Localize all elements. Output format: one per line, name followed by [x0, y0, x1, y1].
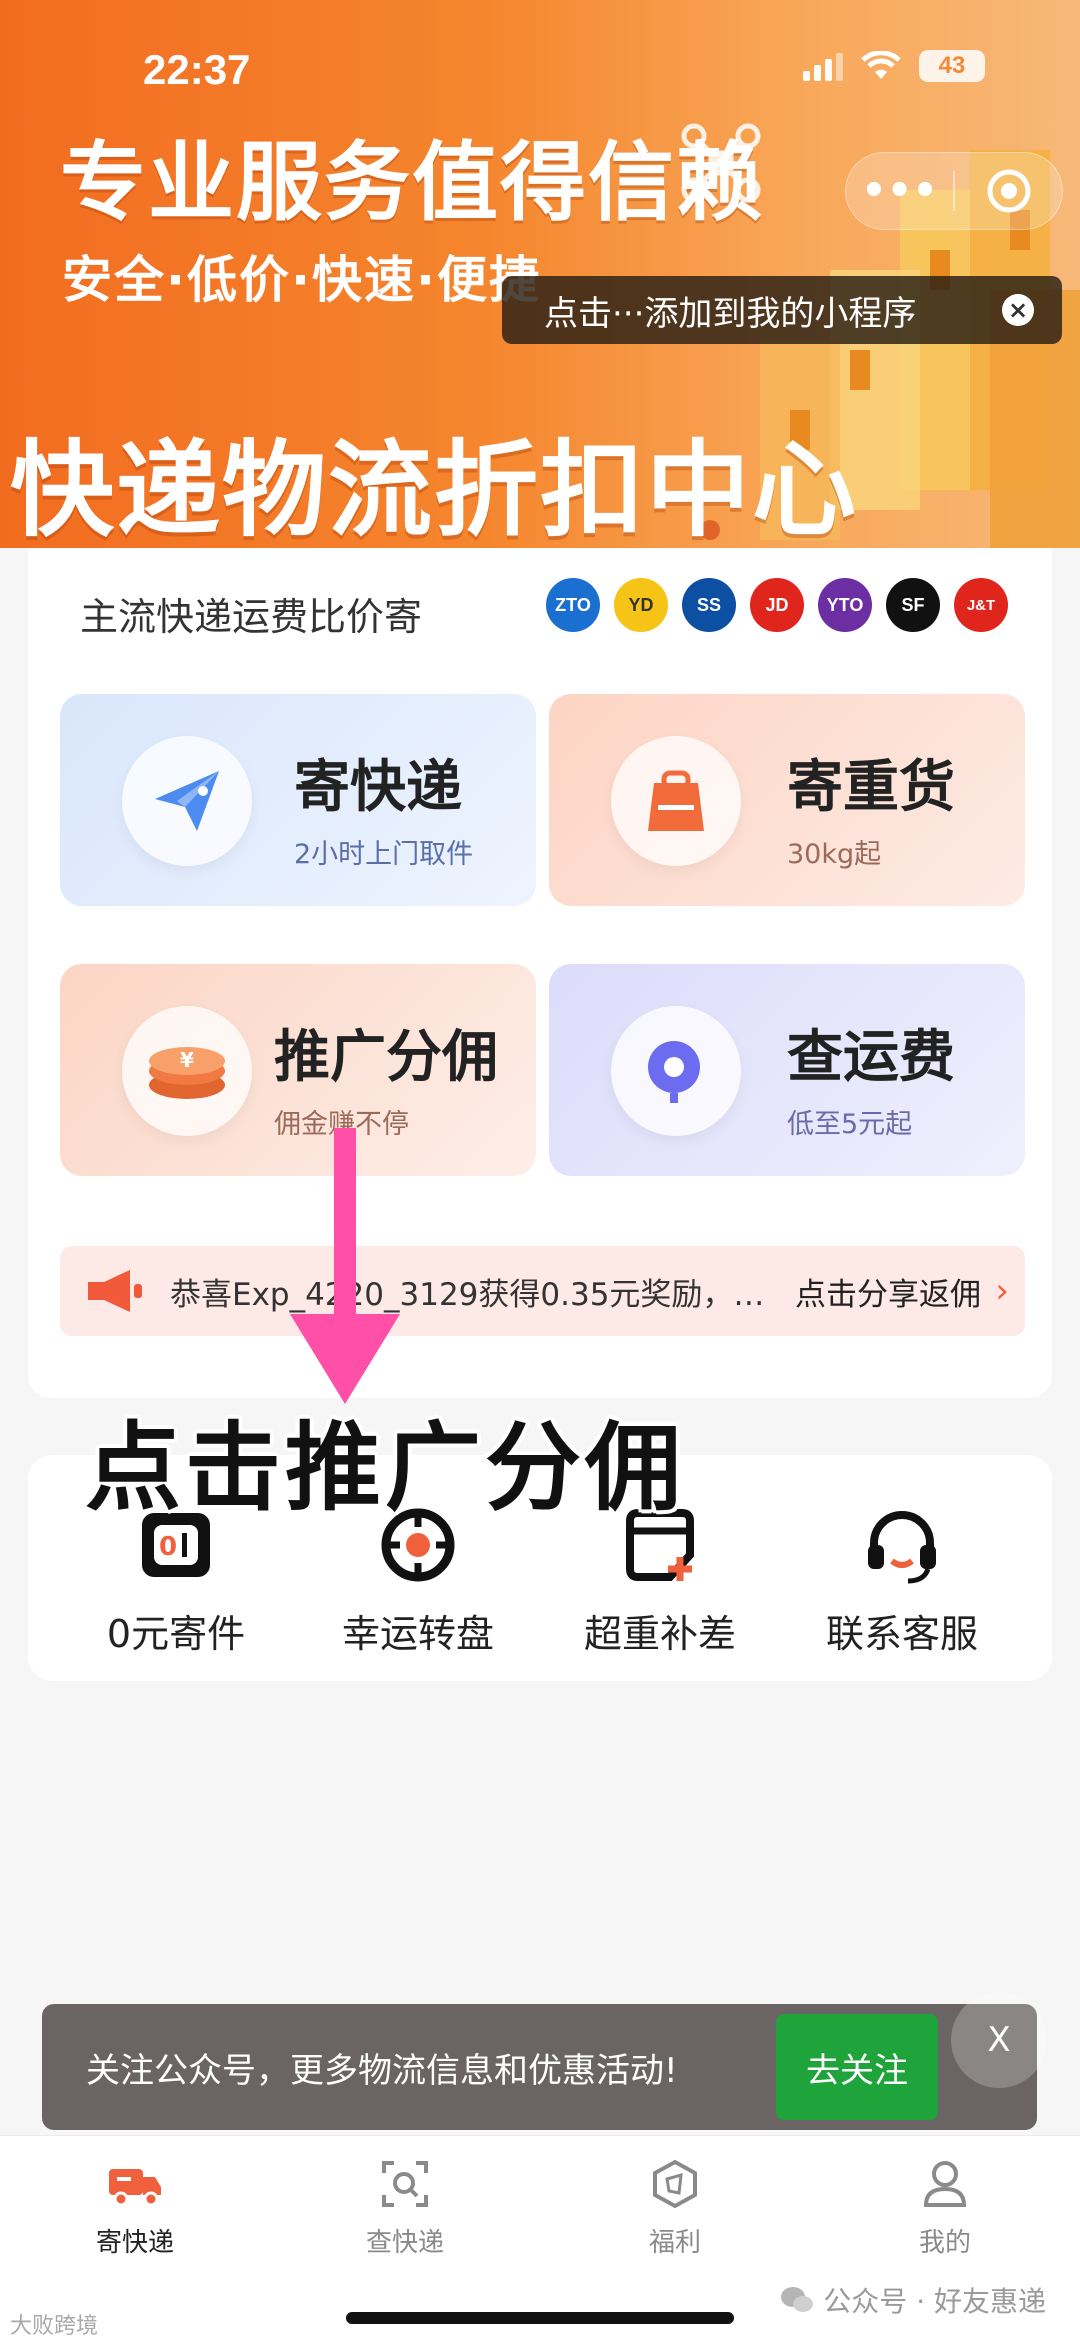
banner-subline: 安全·低价·快速·便捷	[62, 251, 541, 309]
tab-mine-label: 我的	[918, 2228, 971, 2258]
promotion-commission-title: 推广分佣	[274, 1025, 498, 1090]
carrier-logo-jt: J&T	[954, 578, 1008, 632]
quick-customer-service-label: 联系客服	[825, 1612, 978, 1656]
pink-arrow-annotation	[290, 1128, 400, 1404]
quick-overweight-pay-label: 超重补差	[583, 1612, 736, 1656]
megaphone-icon	[88, 1270, 142, 1312]
quick-free-send-label: 0元寄件	[106, 1612, 246, 1656]
follow-banner-text: 关注公众号，更多物流信息和优惠活动!	[86, 2050, 678, 2091]
follow-button[interactable]: 去关注	[776, 2014, 938, 2120]
wifi-icon	[861, 51, 901, 79]
ticker-message: 恭喜Exp_4220_3129获得0.35元奖励，…	[170, 1276, 765, 1313]
check-shipping-fee-sub: 低至5元起	[787, 1109, 913, 1140]
svg-text:¥: ¥	[180, 1048, 194, 1072]
tooltip-close-button[interactable]: ×	[1002, 294, 1034, 326]
send-express-sub: 2小时上门取件	[294, 839, 474, 870]
share-commission-link[interactable]: 点击分享返佣	[795, 1269, 981, 1314]
coin-icon: ¥	[122, 1006, 252, 1136]
tab-send-express-label: 寄快递	[95, 2228, 174, 2258]
send-heavy-tile[interactable]: 寄重货 30kg起	[549, 694, 1025, 906]
signal-icon	[803, 51, 843, 81]
svg-text:0: 0	[159, 1532, 177, 1562]
tab-welfare[interactable]: 福利	[575, 2156, 775, 2259]
tab-track-express-label: 查快递	[365, 2228, 444, 2258]
quick-customer-service[interactable]: 联系客服	[782, 1505, 1022, 1658]
watermark-left: 大败跨境	[10, 2314, 99, 2339]
carrier-logo-jd: JD	[750, 578, 804, 632]
tab-send-express[interactable]: 寄快递	[35, 2156, 235, 2259]
chevron-right-icon: ›	[995, 1271, 1009, 1311]
hero-banner: 22:37 43 专业服务值得信赖 安全·低价·快速·便捷 快递物流折扣中心 •…	[0, 0, 1080, 548]
check-shipping-fee-title: 查运费	[787, 1025, 955, 1090]
scan-icon	[305, 2156, 505, 2212]
status-icons: 43	[803, 50, 985, 82]
truck-icon	[35, 2156, 235, 2212]
tab-mine[interactable]: 我的	[845, 2156, 1045, 2259]
banner-headline: 专业服务值得信赖	[60, 133, 764, 233]
carrier-logo-zto: ZTO	[546, 578, 600, 632]
wechat-icon	[781, 2287, 814, 2312]
battery-indicator: 43	[919, 50, 985, 82]
home-indicator[interactable]	[346, 2312, 734, 2324]
instruction-annotation: 点击推广分佣	[85, 1412, 685, 1524]
tab-track-express[interactable]: 查快递	[305, 2156, 505, 2259]
service-card: 主流快递运费比价寄 ZTO YD SS JD YTO SF J&T 寄快递 2小…	[28, 548, 1052, 1398]
carrier-logo-sf: SF	[886, 578, 940, 632]
tab-welfare-label: 福利	[648, 2228, 701, 2258]
drone-icon	[681, 123, 761, 203]
tooltip-text: 点击···添加到我的小程序	[544, 293, 917, 334]
watermark-right-text: 公众号 · 好友惠递	[823, 2285, 1046, 2318]
close-miniprogram-button[interactable]	[955, 168, 1062, 214]
more-button[interactable]: •••	[846, 161, 953, 221]
follow-close-button[interactable]: X	[951, 1992, 1047, 2088]
miniprogram-capsule: •••	[845, 152, 1063, 230]
carrier-logo-yunda: YD	[614, 578, 668, 632]
follow-account-banner: 关注公众号，更多物流信息和优惠活动! 去关注 X	[42, 1992, 1047, 2130]
compare-label: 主流快递运费比价寄	[80, 595, 423, 639]
check-shipping-fee-tile[interactable]: 查运费 低至5元起	[549, 964, 1025, 1176]
quick-lucky-wheel-label: 幸运转盘	[341, 1612, 494, 1656]
search-fee-icon	[611, 1006, 741, 1136]
carrier-logo-yto: YTO	[818, 578, 872, 632]
paper-plane-icon	[122, 736, 252, 866]
status-time: 22:37	[143, 46, 251, 93]
gift-icon	[575, 2156, 775, 2212]
add-miniprogram-tooltip: 点击···添加到我的小程序 ×	[502, 276, 1062, 344]
send-heavy-sub: 30kg起	[787, 839, 882, 870]
headset-icon	[782, 1505, 1022, 1585]
send-heavy-title: 寄重货	[787, 755, 955, 820]
target-icon	[987, 169, 1030, 213]
weight-icon	[611, 736, 741, 866]
watermark-right: 公众号 · 好友惠递	[779, 2280, 1046, 2320]
reward-ticker[interactable]: 恭喜Exp_4220_3129获得0.35元奖励，… 点击分享返佣 ›	[60, 1246, 1025, 1336]
user-icon	[845, 2156, 1045, 2212]
carrier-logos: ZTO YD SS JD YTO SF J&T	[546, 578, 1008, 632]
carrier-logo-sto: SS	[682, 578, 736, 632]
banner-title: 快递物流折扣中心	[10, 429, 859, 548]
send-express-title: 寄快递	[294, 755, 462, 820]
send-express-tile[interactable]: 寄快递 2小时上门取件	[60, 694, 536, 906]
